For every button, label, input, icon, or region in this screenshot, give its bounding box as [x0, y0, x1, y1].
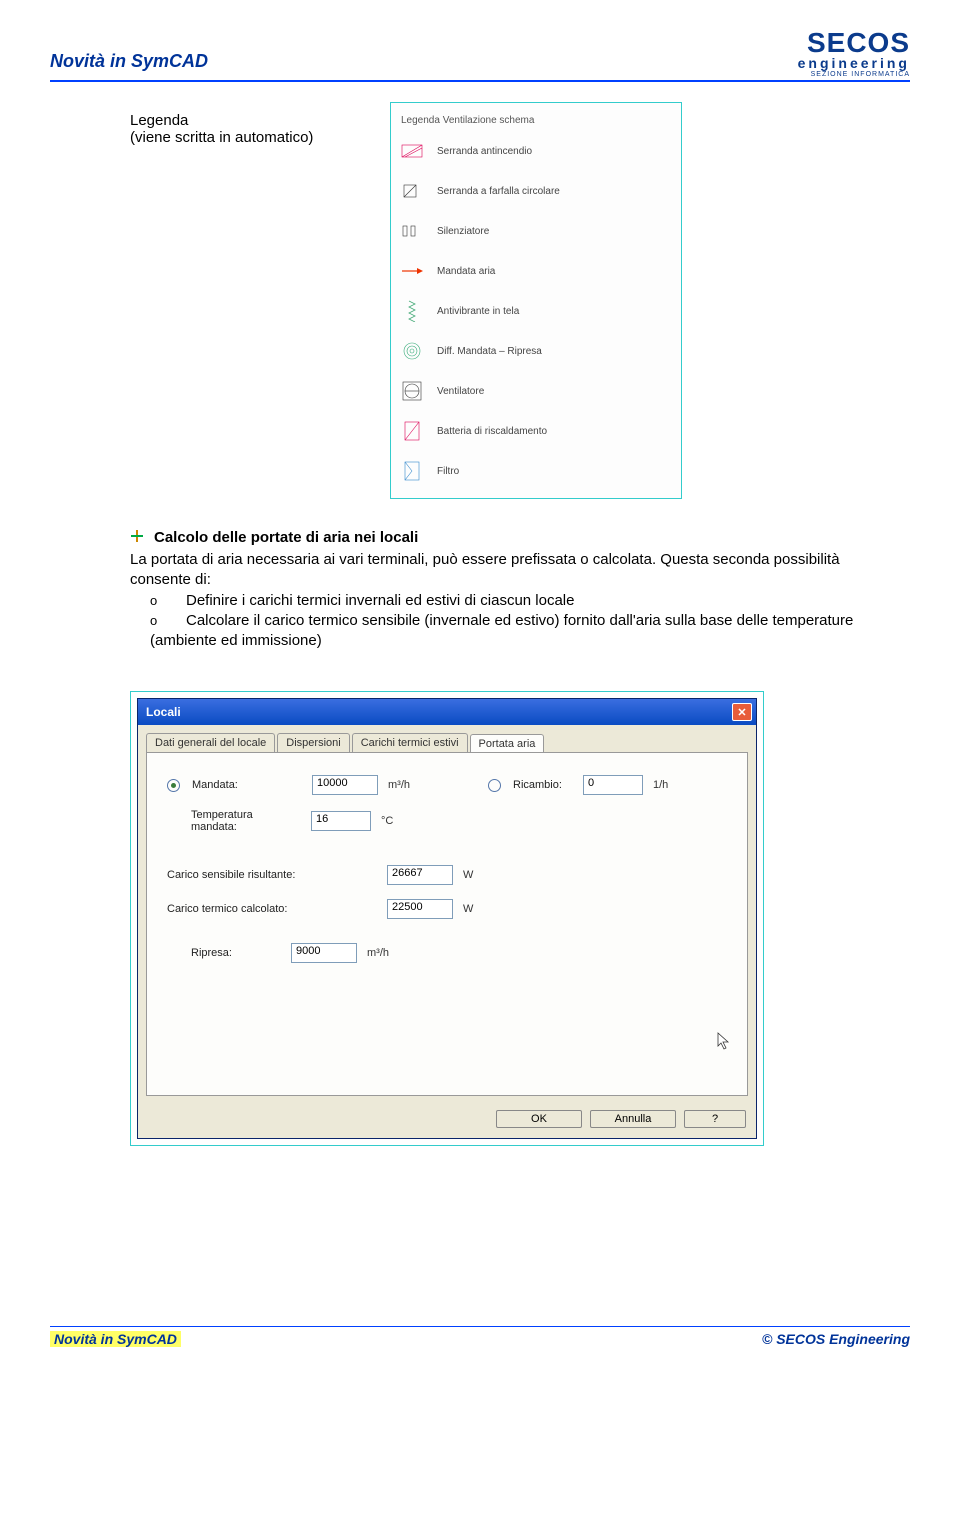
legend-label: Antivibrante in tela — [437, 306, 519, 317]
ricambio-unit: 1/h — [653, 779, 668, 791]
tabs: Dati generali del locale Dispersioni Car… — [146, 733, 748, 752]
fan-icon — [401, 380, 423, 402]
diffuser-icon — [401, 340, 423, 362]
tab-panel: Mandata: 10000 m³/h Ricambio: 0 1/h Temp… — [146, 752, 748, 1096]
close-icon: ✕ — [737, 706, 746, 719]
legend-label: Diff. Mandata – Ripresa — [437, 346, 542, 357]
legend-label: Batteria di riscaldamento — [437, 426, 547, 437]
cancel-button[interactable]: Annulla — [590, 1110, 676, 1128]
tab-carichi-estivi[interactable]: Carichi termici estivi — [352, 733, 468, 752]
butterfly-damper-icon — [401, 180, 423, 202]
footer-divider — [50, 1326, 910, 1327]
logo-main: SECOS — [798, 30, 910, 55]
footer: Novità in SymCAD © SECOS Engineering — [0, 1326, 960, 1347]
supply-air-icon — [401, 260, 423, 282]
logo-sub1: engineering — [798, 55, 910, 71]
legend-item: Ventilatore — [401, 380, 671, 402]
flex-connector-icon — [401, 300, 423, 322]
legend-item: Diff. Mandata – Ripresa — [401, 340, 671, 362]
temp-mandata-input[interactable]: 16 — [311, 811, 371, 831]
carico-sensibile-label: Carico sensibile risultante: — [167, 869, 377, 881]
heating-coil-icon — [401, 420, 423, 442]
heading-text: Calcolo delle portate di aria nei locali — [154, 529, 418, 546]
filter-icon — [401, 460, 423, 482]
legend-label: Serranda a farfalla circolare — [437, 186, 560, 197]
bullet-icon — [130, 529, 144, 546]
mandata-label: Mandata: — [192, 779, 302, 791]
section-heading: Calcolo delle portate di aria nei locali — [130, 529, 870, 546]
legend-item: Silenziatore — [401, 220, 671, 242]
mandata-input[interactable]: 10000 — [312, 775, 378, 795]
caption-line2: (viene scritta in automatico) — [130, 129, 313, 146]
carico-calcolato-unit: W — [463, 903, 473, 915]
legend-item: Antivibrante in tela — [401, 300, 671, 322]
dialog-locali: Locali ✕ Dati generali del locale Disper… — [137, 698, 757, 1139]
temp-mandata-label: Temperatura mandata: — [191, 809, 301, 833]
carico-calcolato-input[interactable]: 22500 — [387, 899, 453, 919]
cursor-icon — [717, 1032, 731, 1053]
radio-mandata[interactable] — [167, 779, 180, 792]
legend-item: Mandata aria — [401, 260, 671, 282]
legend-item: Serranda a farfalla circolare — [401, 180, 671, 202]
logo-sub2: SEZIONE INFORMATICA — [798, 71, 910, 78]
legend-item: Filtro — [401, 460, 671, 482]
carico-sensibile-unit: W — [463, 869, 473, 881]
legend-title: Legenda Ventilazione schema — [401, 115, 671, 126]
carico-calcolato-label: Carico termico calcolato: — [167, 903, 377, 915]
help-button[interactable]: ? — [684, 1110, 746, 1128]
legend-caption: Legenda (viene scritta in automatico) — [130, 112, 350, 146]
close-button[interactable]: ✕ — [732, 703, 752, 721]
legend-label: Silenziatore — [437, 226, 489, 237]
logo: SECOS engineering SEZIONE INFORMATICA — [798, 30, 910, 78]
legend-item: Batteria di riscaldamento — [401, 420, 671, 442]
ricambio-label: Ricambio: — [513, 779, 573, 791]
silencer-icon — [401, 220, 423, 242]
temp-mandata-unit: °C — [381, 815, 393, 827]
ricambio-input[interactable]: 0 — [583, 775, 643, 795]
list-item: oCalcolare il carico termico sensibile (… — [150, 611, 870, 652]
legend-label: Serranda antincendio — [437, 146, 532, 157]
titlebar: Locali ✕ — [138, 699, 756, 725]
body-paragraph: La portata di aria necessaria ai vari te… — [130, 550, 870, 591]
ripresa-label: Ripresa: — [191, 947, 281, 959]
radio-ricambio[interactable] — [488, 779, 501, 792]
dialog-title: Locali — [146, 705, 181, 719]
mandata-unit: m³/h — [388, 779, 428, 791]
dialog-wrapper: Locali ✕ Dati generali del locale Disper… — [130, 691, 764, 1146]
legend-label: Ventilatore — [437, 386, 484, 397]
legend-box: Legenda Ventilazione schema Serranda ant… — [390, 102, 682, 499]
ripresa-input[interactable]: 9000 — [291, 943, 357, 963]
header-divider — [50, 80, 910, 82]
tab-dispersioni[interactable]: Dispersioni — [277, 733, 349, 752]
tab-dati-generali[interactable]: Dati generali del locale — [146, 733, 275, 752]
footer-right: © SECOS Engineering — [762, 1331, 910, 1347]
list-text: Calcolare il carico termico sensibile (i… — [150, 612, 853, 649]
carico-sensibile-input[interactable]: 26667 — [387, 865, 453, 885]
tab-portata-aria[interactable]: Portata aria — [470, 734, 545, 753]
damper-fire-icon — [401, 140, 423, 162]
list-text: Definire i carichi termici invernali ed … — [186, 592, 574, 609]
dialog-buttons: OK Annulla ? — [138, 1104, 756, 1138]
legend-item: Serranda antincendio — [401, 140, 671, 162]
legend-label: Mandata aria — [437, 266, 495, 277]
footer-left: Novità in SymCAD — [50, 1331, 181, 1347]
legend-label: Filtro — [437, 466, 459, 477]
ripresa-unit: m³/h — [367, 947, 389, 959]
ok-button[interactable]: OK — [496, 1110, 582, 1128]
list-item: oDefinire i carichi termici invernali ed… — [150, 591, 870, 611]
caption-line1: Legenda — [130, 112, 188, 129]
page-title: Novità in SymCAD — [50, 51, 208, 72]
